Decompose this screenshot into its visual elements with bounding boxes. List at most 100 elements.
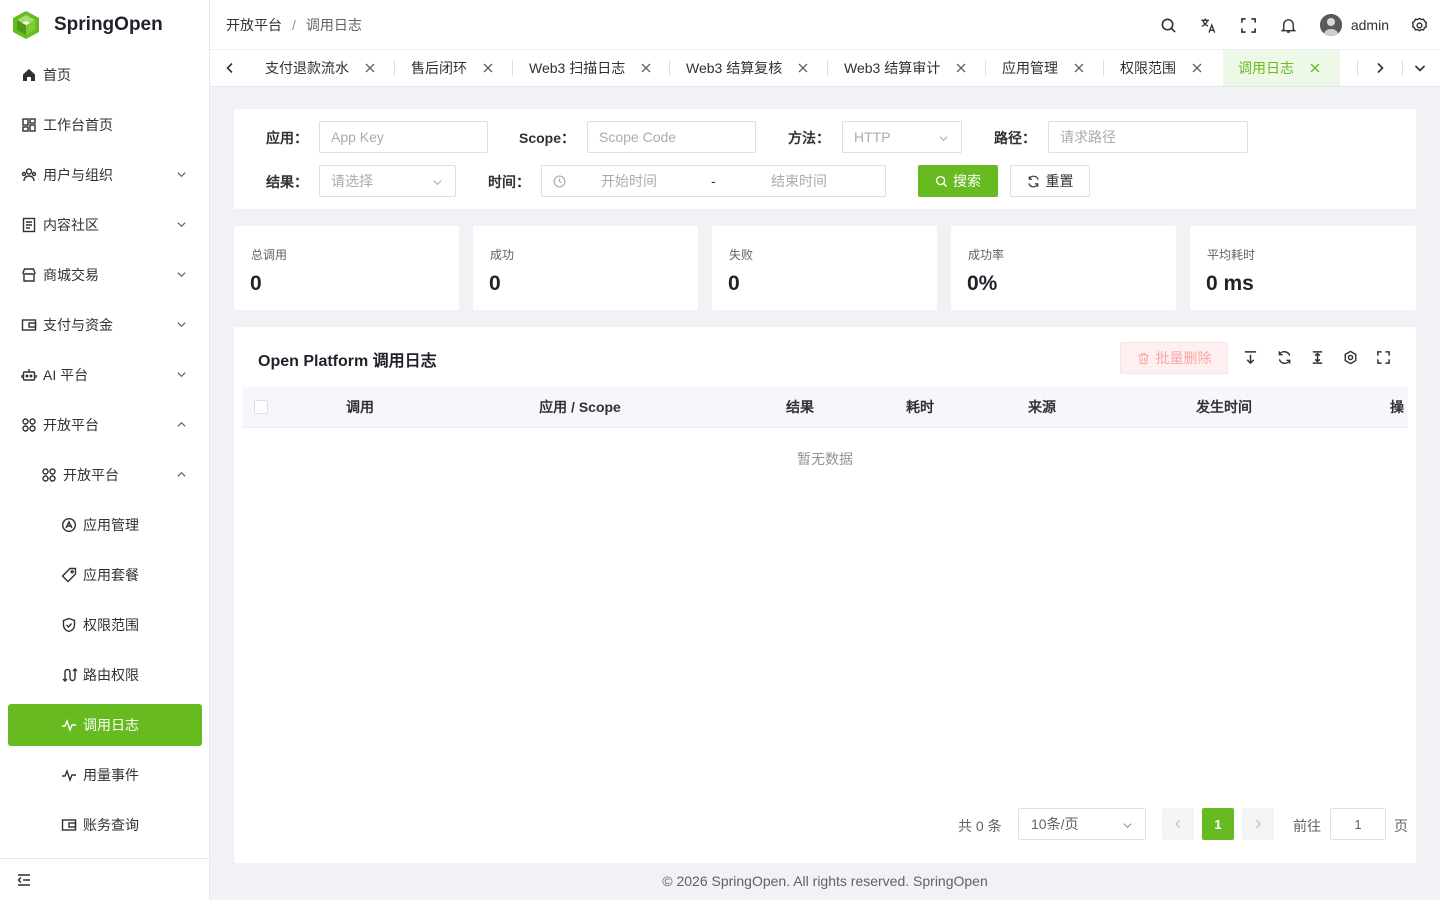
sidebar-item-users[interactable]: 用户与组织	[0, 150, 209, 200]
column-header-source[interactable]: 来源	[982, 387, 1102, 427]
tab-web3-settlement-review[interactable]: Web3 结算复核	[686, 50, 808, 86]
close-icon[interactable]	[798, 63, 808, 73]
sidebar-item-scopes[interactable]: 权限范围	[0, 600, 209, 650]
sidebar-item-usage-events[interactable]: 用量事件	[0, 750, 209, 800]
stat-value: 0	[250, 272, 262, 295]
column-header-duration[interactable]: 耗时	[860, 387, 980, 427]
tab-payment-refund[interactable]: 支付退款流水	[265, 50, 375, 86]
fullscreen-icon[interactable]	[1240, 17, 1257, 34]
column-header-call[interactable]: 调用	[280, 387, 440, 427]
goto-page-input[interactable]: 1	[1330, 808, 1386, 840]
sidebar-item-label: 路由权限	[83, 667, 139, 683]
chevron-left-icon	[1175, 820, 1180, 828]
pagination-next-button[interactable]	[1242, 808, 1274, 840]
filter-panel: 应用： App Key Scope： Scope Code 方法： HTTP 路…	[234, 109, 1416, 209]
sidebar-item-mall[interactable]: 商城交易	[0, 250, 209, 300]
tab-call-logs[interactable]: 调用日志	[1223, 50, 1340, 86]
sidebar-item-route-permissions[interactable]: 路由权限	[0, 650, 209, 700]
reset-button[interactable]: 重置	[1010, 165, 1090, 197]
chevron-left-icon	[226, 62, 233, 74]
end-time-placeholder[interactable]: 结束时间	[771, 171, 827, 191]
settings-icon[interactable]	[1411, 17, 1428, 34]
app-key-input[interactable]: App Key	[319, 121, 488, 153]
sidebar-item-call-logs[interactable]: 调用日志	[8, 704, 202, 746]
sidebar-item-billing[interactable]: 账务查询	[0, 800, 209, 850]
sidebar-collapse-button[interactable]	[0, 858, 209, 900]
close-icon[interactable]	[1074, 63, 1084, 73]
sidebar: SpringOpen 首页 工作台首页 用户与组织 内容社区 商城交易 支付与资…	[0, 0, 210, 900]
chevron-down-icon	[177, 222, 186, 228]
column-header-app-scope[interactable]: 应用 / Scope	[460, 387, 700, 427]
fullscreen-icon[interactable]	[1376, 350, 1391, 365]
bell-icon[interactable]	[1280, 17, 1297, 34]
stat-label: 成功率	[968, 248, 1005, 262]
sidebar-item-home[interactable]: 首页	[0, 50, 209, 100]
tab-divider	[1103, 60, 1104, 76]
app-icon	[61, 517, 77, 533]
close-icon[interactable]	[956, 63, 966, 73]
start-time-placeholder[interactable]: 开始时间	[601, 171, 657, 191]
stat-label: 失败	[729, 248, 754, 262]
refresh-icon[interactable]	[1277, 350, 1292, 365]
tab-app-management[interactable]: 应用管理	[1002, 50, 1084, 86]
sidebar-subgroup-open-platform[interactable]: 开放平台	[0, 450, 209, 500]
tabs-more-button[interactable]	[1400, 50, 1440, 86]
column-settings-icon[interactable]	[1343, 350, 1358, 365]
logo[interactable]: SpringOpen	[0, 0, 209, 50]
stat-label: 总调用	[251, 248, 288, 262]
tab-scopes[interactable]: 权限范围	[1120, 50, 1202, 86]
tab-after-sales[interactable]: 售后闭环	[411, 50, 493, 86]
stat-value: 0	[728, 272, 740, 295]
time-range-picker[interactable]: 开始时间 - 结束时间	[541, 165, 886, 197]
select-all-checkbox[interactable]	[254, 400, 268, 414]
pagination-prev-button[interactable]	[1162, 808, 1194, 840]
page-size-select[interactable]: 10条/页	[1018, 808, 1146, 840]
method-select[interactable]: HTTP	[842, 121, 962, 153]
column-header-occurred-at[interactable]: 发生时间	[1122, 387, 1326, 427]
header-actions: admin	[1160, 0, 1440, 50]
result-select[interactable]: 请选择	[319, 165, 456, 197]
sidebar-item-app-management[interactable]: 应用管理	[0, 500, 209, 550]
goto-label: 前往	[1293, 818, 1321, 834]
close-icon[interactable]	[1310, 63, 1320, 73]
close-icon[interactable]	[1192, 63, 1202, 73]
sidebar-item-payment[interactable]: 支付与资金	[0, 300, 209, 350]
tab-web3-settlement-audit[interactable]: Web3 结算审计	[844, 50, 966, 86]
batch-delete-button[interactable]: 批量删除	[1120, 342, 1228, 374]
scope-code-input[interactable]: Scope Code	[587, 121, 756, 153]
chevron-down-icon	[177, 272, 186, 278]
avatar[interactable]	[1319, 14, 1342, 36]
top-header: 开放平台 / 调用日志 admin	[210, 0, 1440, 50]
tab-label: 应用管理	[1002, 60, 1058, 76]
sidebar-item-content[interactable]: 内容社区	[0, 200, 209, 250]
pagination-page-button[interactable]: 1	[1202, 808, 1234, 840]
export-icon[interactable]	[1243, 350, 1258, 365]
request-path-input[interactable]: 请求路径	[1048, 121, 1248, 153]
robot-icon	[21, 369, 37, 381]
sidebar-item-ai[interactable]: AI 平台	[0, 350, 209, 400]
search-button[interactable]: 搜索	[918, 165, 998, 197]
sidebar-item-label: 账务查询	[83, 817, 139, 833]
column-header-actions[interactable]: 操	[1390, 387, 1408, 427]
tab-label: 支付退款流水	[265, 60, 349, 76]
tabs-scroll-left-button[interactable]	[210, 50, 250, 86]
close-icon[interactable]	[641, 63, 651, 73]
density-icon[interactable]	[1310, 350, 1325, 365]
username[interactable]: admin	[1351, 17, 1389, 33]
chevron-up-icon	[177, 471, 186, 477]
trash-icon	[1137, 352, 1149, 364]
breadcrumb-item[interactable]: 开放平台	[226, 15, 282, 35]
sidebar-item-workbench[interactable]: 工作台首页	[0, 100, 209, 150]
tabs-scroll-right-button[interactable]	[1360, 50, 1400, 86]
close-icon[interactable]	[365, 63, 375, 73]
logo-cube-icon	[13, 11, 39, 39]
tab-web3-scan-log[interactable]: Web3 扫描日志	[529, 50, 651, 86]
stat-card-success: 成功 0	[473, 226, 698, 310]
close-icon[interactable]	[483, 63, 493, 73]
sidebar-item-app-package[interactable]: 应用套餐	[0, 550, 209, 600]
sidebar-item-open-platform[interactable]: 开放平台	[0, 400, 209, 450]
translate-icon[interactable]	[1200, 17, 1217, 34]
column-header-result[interactable]: 结果	[740, 387, 860, 427]
search-icon[interactable]	[1160, 17, 1177, 34]
home-icon	[23, 69, 35, 81]
